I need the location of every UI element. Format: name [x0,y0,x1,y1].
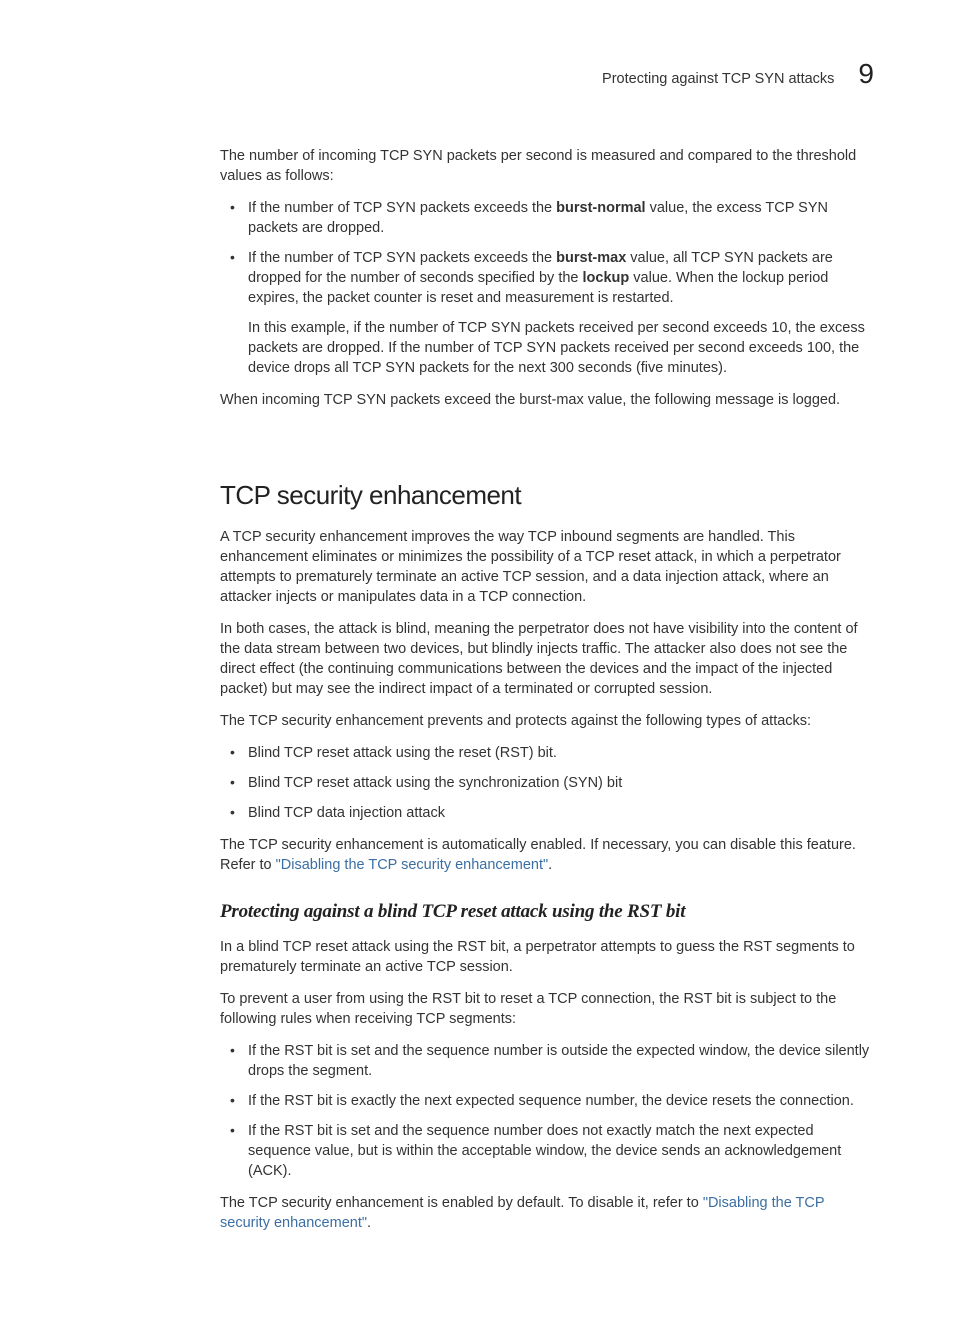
list-item: If the RST bit is exactly the next expec… [248,1091,874,1111]
chapter-number: 9 [858,58,874,90]
paragraph: The TCP security enhancement is enabled … [220,1193,874,1233]
header-title: Protecting against TCP SYN attacks [602,71,834,87]
text: If the number of TCP SYN packets exceeds… [248,250,556,266]
sub-paragraph: In this example, if the number of TCP SY… [248,318,874,378]
text: The TCP security enhancement is enabled … [220,1195,703,1211]
paragraph: In both cases, the attack is blind, mean… [220,619,874,699]
bold-text: lockup [583,270,630,286]
text: . [548,857,552,873]
list-item: Blind TCP reset attack using the reset (… [248,743,874,763]
document-page: Protecting against TCP SYN attacks 9 The… [0,0,954,1325]
bold-text: burst-normal [556,200,645,216]
bold-text: burst-max [556,250,626,266]
paragraph: The TCP security enhancement prevents an… [220,711,874,731]
list-item: If the number of TCP SYN packets exceeds… [248,248,874,378]
cross-reference-link[interactable]: "Disabling the TCP security enhancement" [276,857,549,873]
paragraph: To prevent a user from using the RST bit… [220,989,874,1029]
page-header: Protecting against TCP SYN attacks 9 [220,58,874,90]
section-heading: TCP security enhancement [220,480,874,511]
text: . [367,1215,371,1231]
list-item: If the RST bit is set and the sequence n… [248,1041,874,1081]
bullet-list: Blind TCP reset attack using the reset (… [220,743,874,823]
list-item: If the number of TCP SYN packets exceeds… [248,198,874,238]
paragraph: The number of incoming TCP SYN packets p… [220,146,874,186]
paragraph: In a blind TCP reset attack using the RS… [220,937,874,977]
text: If the number of TCP SYN packets exceeds… [248,200,556,216]
list-item: Blind TCP reset attack using the synchro… [248,773,874,793]
paragraph: A TCP security enhancement improves the … [220,527,874,607]
paragraph: When incoming TCP SYN packets exceed the… [220,390,874,410]
list-item: If the RST bit is set and the sequence n… [248,1121,874,1181]
bullet-list: If the RST bit is set and the sequence n… [220,1041,874,1181]
bullet-list: If the number of TCP SYN packets exceeds… [220,198,874,378]
paragraph: The TCP security enhancement is automati… [220,835,874,875]
subsection-heading: Protecting against a blind TCP reset att… [220,901,874,923]
list-item: Blind TCP data injection attack [248,803,874,823]
